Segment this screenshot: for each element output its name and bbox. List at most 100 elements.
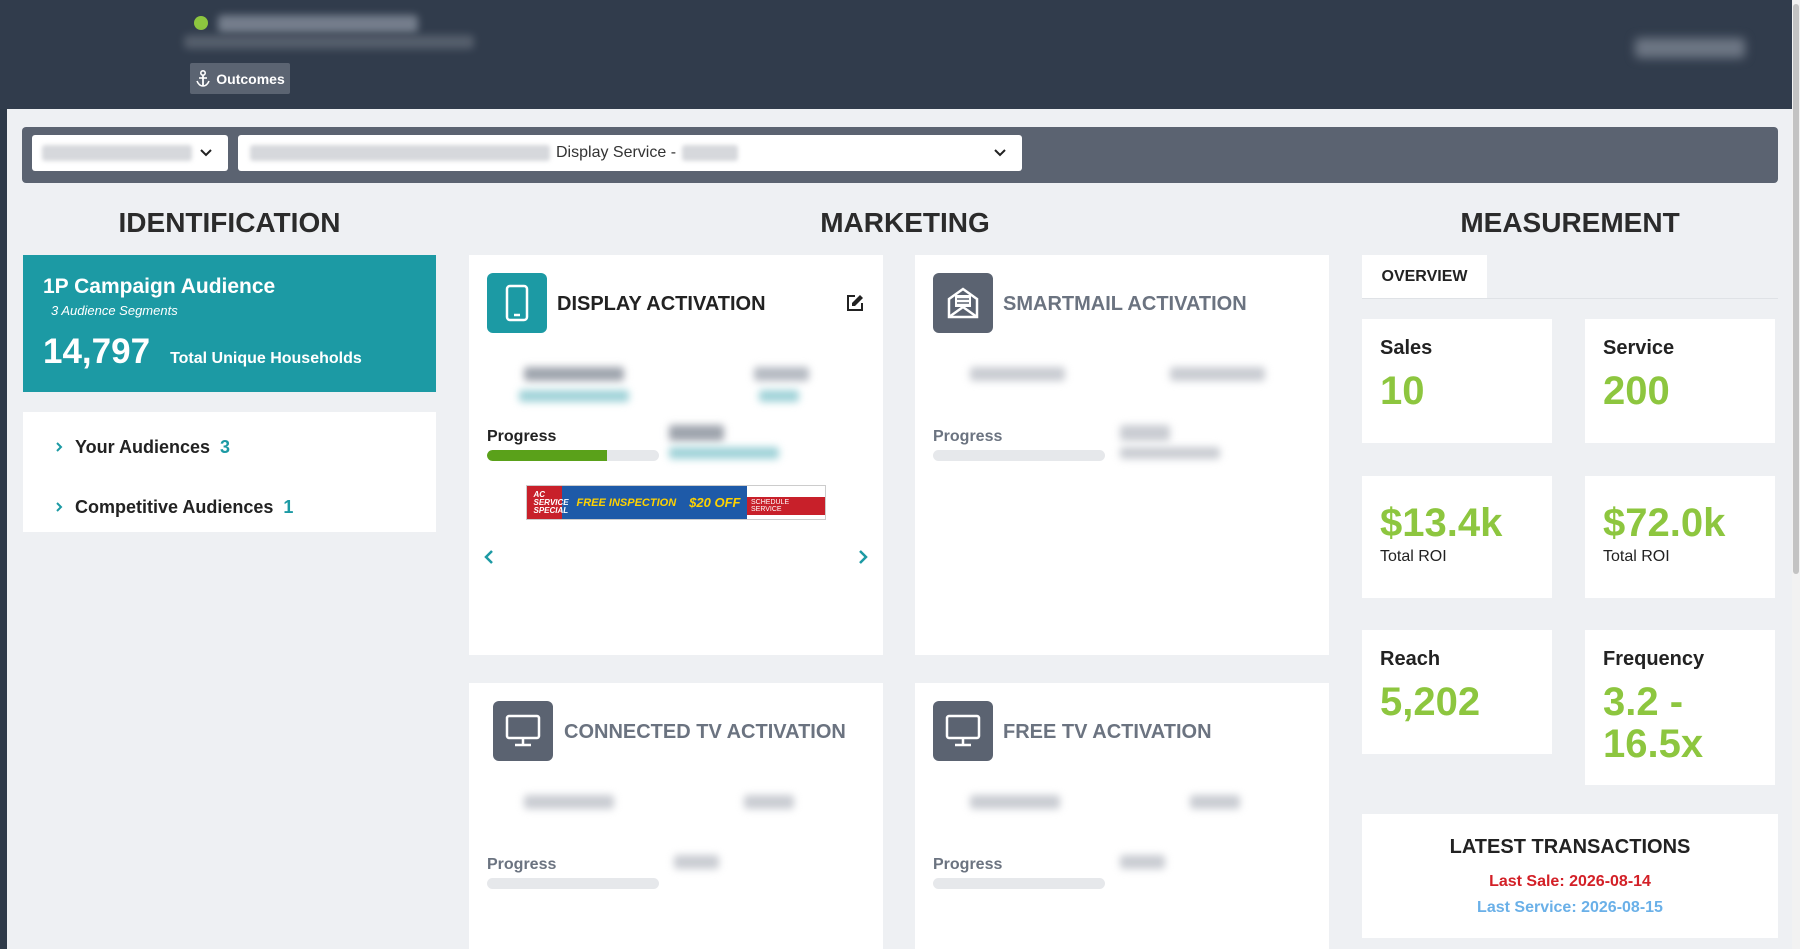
your-audiences-label: Your Audiences bbox=[75, 436, 211, 457]
chevron-right-icon bbox=[56, 442, 63, 452]
sales-roi-value: $13.4k bbox=[1380, 501, 1503, 545]
banner-cta: SCHEDULE SERVICE bbox=[747, 486, 825, 519]
display-progress-bar bbox=[487, 450, 659, 461]
ftv-stat1-redacted bbox=[970, 795, 1060, 809]
display-progress-fill bbox=[487, 450, 608, 461]
reach-label: Reach bbox=[1380, 648, 1441, 670]
connected-tv-progress-label: Progress bbox=[487, 856, 557, 873]
sales-label: Sales bbox=[1380, 337, 1433, 359]
user-menu-redacted[interactable] bbox=[1635, 38, 1745, 58]
sales-kpi-card: Sales 10 bbox=[1362, 319, 1552, 443]
chevron-left-icon[interactable] bbox=[481, 549, 497, 565]
smartmail-activation-title: SMARTMAIL ACTIVATION bbox=[1003, 293, 1247, 315]
ctv-progress-detail-redacted bbox=[674, 855, 719, 869]
banner-offer: AC SERVICE SPECIAL FREE INSPECTION $20 O… bbox=[527, 486, 747, 519]
monitor-icon bbox=[493, 701, 553, 761]
ftv-stat2-redacted bbox=[1190, 795, 1240, 809]
clicks-label-redacted bbox=[754, 367, 809, 381]
reach-value: 5,202 bbox=[1380, 680, 1481, 724]
your-audiences-toggle[interactable]: Your Audiences 3 bbox=[53, 432, 436, 462]
phone-icon bbox=[487, 273, 547, 333]
mail-progress-value-redacted bbox=[1120, 447, 1220, 459]
service-value: 200 bbox=[1603, 369, 1670, 413]
display-progress-label: Progress bbox=[487, 428, 557, 445]
display-activation-title: DISPLAY ACTIVATION bbox=[557, 293, 766, 315]
audience-list: Your Audiences 3 Competitive Audiences 1 bbox=[23, 412, 436, 532]
scrollbar-thumb[interactable] bbox=[1793, 4, 1799, 574]
mail-stat1-redacted bbox=[970, 367, 1065, 381]
ctv-stat2-redacted bbox=[744, 795, 794, 809]
anchor-icon bbox=[196, 69, 211, 87]
service-roi-card: $72.0k Total ROI bbox=[1585, 476, 1775, 598]
page-scrollbar[interactable] bbox=[1792, 0, 1800, 949]
audience-card-title: 1P Campaign Audience bbox=[43, 275, 276, 298]
last-service-date: Last Service: 2026-08-15 bbox=[1477, 899, 1663, 916]
your-audiences-count: 3 bbox=[220, 436, 231, 457]
status-indicator bbox=[194, 16, 208, 30]
competitive-audiences-toggle[interactable]: Competitive Audiences 1 bbox=[53, 492, 436, 522]
progress-detail-redacted bbox=[669, 425, 724, 441]
sales-roi-label: Total ROI bbox=[1380, 548, 1447, 565]
mail-stat2-redacted bbox=[1170, 367, 1265, 381]
reach-kpi-card: Reach 5,202 bbox=[1362, 630, 1552, 754]
measurement-title: MEASUREMENT bbox=[1460, 207, 1680, 238]
display-activation-card[interactable]: DISPLAY ACTIVATION Progress AC SERVICE S… bbox=[469, 255, 883, 655]
smartmail-progress-label: Progress bbox=[933, 428, 1003, 445]
display-ad-banner[interactable]: AC SERVICE SPECIAL FREE INSPECTION $20 O… bbox=[526, 485, 826, 520]
campaign-select[interactable]: Display Service - bbox=[238, 135, 1022, 171]
latest-transactions-title: LATEST TRANSACTIONS bbox=[1449, 836, 1691, 858]
household-count-label: Total Unique Households bbox=[170, 350, 362, 367]
frequency-value: 3.2 - 16.5x bbox=[1603, 680, 1704, 766]
impressions-value-redacted bbox=[519, 390, 629, 402]
banner-special-text: AC SERVICE SPECIAL bbox=[533, 489, 569, 515]
chevron-right-icon bbox=[56, 502, 63, 512]
latest-transactions-card: LATEST TRANSACTIONS Last Sale: 2026-08-1… bbox=[1362, 814, 1778, 938]
free-tv-activation-card[interactable]: FREE TV ACTIVATION Progress bbox=[915, 683, 1329, 949]
last-sale-date: Last Sale: 2026-08-14 bbox=[1489, 873, 1651, 890]
chevron-down-icon bbox=[994, 149, 1006, 157]
chevron-right-icon[interactable] bbox=[855, 549, 871, 565]
top-header: Outcomes bbox=[0, 0, 1800, 109]
competitive-audiences-count: 1 bbox=[283, 496, 294, 517]
banner-discount-text: $20 OFF bbox=[689, 495, 741, 510]
frequency-label: Frequency bbox=[1603, 648, 1705, 670]
campaign-audience-card[interactable]: 1P Campaign Audience 3 Audience Segments… bbox=[23, 255, 436, 392]
account-select[interactable] bbox=[32, 135, 228, 171]
service-label: Service bbox=[1603, 337, 1675, 359]
clicks-value-redacted bbox=[759, 390, 799, 402]
banner-cta-text: SCHEDULE SERVICE bbox=[747, 497, 825, 515]
sales-roi-card: $13.4k Total ROI bbox=[1362, 476, 1552, 598]
tab-divider bbox=[1362, 298, 1778, 299]
campaign-prefix-redacted bbox=[250, 145, 550, 161]
identification-title: IDENTIFICATION bbox=[118, 207, 341, 238]
free-tv-activation-title: FREE TV ACTIVATION bbox=[1003, 721, 1212, 743]
chevron-down-icon bbox=[200, 149, 212, 157]
progress-detail-value-redacted bbox=[669, 447, 779, 459]
household-count: 14,797 bbox=[43, 332, 151, 371]
monitor-icon bbox=[933, 701, 993, 761]
campaign-select-text: Display Service - bbox=[556, 144, 677, 161]
smartmail-progress-bar bbox=[933, 450, 1105, 461]
service-roi-label: Total ROI bbox=[1603, 548, 1670, 565]
filter-bar: Display Service - bbox=[22, 127, 1778, 183]
account-address-redacted bbox=[184, 35, 474, 49]
ctv-stat1-redacted bbox=[524, 795, 614, 809]
service-roi-value: $72.0k bbox=[1603, 501, 1726, 545]
tab-overview[interactable]: OVERVIEW bbox=[1362, 255, 1487, 299]
banner-free-text: FREE INSPECTION bbox=[576, 496, 677, 509]
connected-tv-activation-title: CONNECTED TV ACTIVATION bbox=[564, 721, 846, 743]
mail-icon bbox=[933, 273, 993, 333]
outcomes-button[interactable]: Outcomes bbox=[190, 63, 290, 94]
edit-icon[interactable] bbox=[845, 293, 865, 313]
main-content: Display Service - IDENTIFICATION MARKETI… bbox=[7, 109, 1792, 949]
account-name-redacted bbox=[218, 15, 418, 33]
audience-segments: 3 Audience Segments bbox=[51, 303, 178, 318]
account-select-value-redacted bbox=[42, 145, 192, 161]
competitive-audiences-label: Competitive Audiences bbox=[75, 496, 274, 517]
connected-tv-activation-card[interactable]: CONNECTED TV ACTIVATION Progress bbox=[469, 683, 883, 949]
impressions-label-redacted bbox=[524, 367, 624, 381]
service-kpi-card: Service 200 bbox=[1585, 319, 1775, 443]
ftv-progress-detail-redacted bbox=[1120, 855, 1165, 869]
free-tv-progress-label: Progress bbox=[933, 856, 1003, 873]
smartmail-activation-card[interactable]: SMARTMAIL ACTIVATION Progress bbox=[915, 255, 1329, 655]
